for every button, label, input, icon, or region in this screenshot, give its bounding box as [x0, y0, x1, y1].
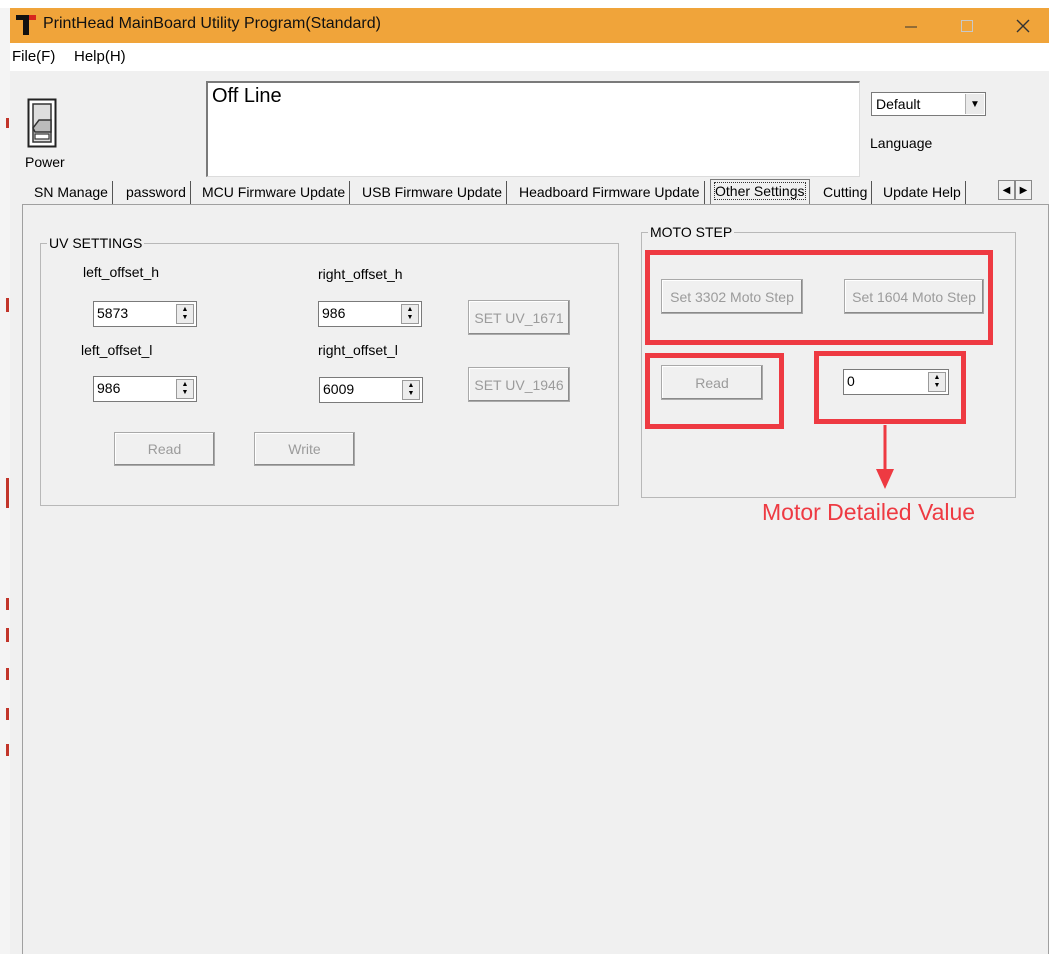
close-button[interactable]	[995, 8, 1049, 43]
tab-headboard-firmware-update[interactable]: Headboard Firmware Update	[515, 181, 705, 205]
menu-bar: File(F) Help(H)	[10, 43, 1049, 71]
right-offset-h-label: right_offset_h	[318, 266, 403, 282]
chevron-down-icon[interactable]: ▼	[965, 94, 984, 114]
highlight-read	[645, 353, 784, 429]
tab-scroll-right-icon[interactable]: ▶	[1015, 180, 1032, 200]
arrow-down-icon	[876, 425, 894, 489]
tab-cutting[interactable]: Cutting	[819, 181, 873, 205]
left-offset-l-value: 986	[97, 380, 121, 396]
app-window: PrintHead MainBoard Utility Program(Stan…	[10, 8, 1049, 954]
uv-settings-title: UV SETTINGS	[47, 235, 145, 251]
status-display: Off Line	[206, 81, 860, 177]
language-select[interactable]: Default ▼	[871, 92, 986, 116]
language-label: Language	[870, 135, 933, 151]
background-strip	[0, 8, 10, 954]
power-switch-icon[interactable]	[27, 98, 57, 148]
status-text: Off Line	[212, 85, 282, 107]
spinner-icon[interactable]: ▲ ▼	[176, 304, 194, 324]
left-offset-l-label: left_offset_l	[81, 342, 153, 358]
tab-update-help[interactable]: Update Help	[879, 181, 966, 205]
power-label: Power	[25, 154, 65, 170]
highlight-value	[814, 351, 966, 424]
uv-read-button[interactable]: Read	[114, 432, 215, 466]
left-offset-h-input[interactable]: 5873 ▲ ▼	[93, 301, 197, 327]
spinner-icon[interactable]: ▲ ▼	[402, 380, 420, 400]
app-logo-icon	[16, 15, 36, 35]
spinner-icon[interactable]: ▲ ▼	[401, 304, 419, 324]
minimize-icon	[905, 26, 917, 27]
left-offset-h-value: 5873	[97, 305, 129, 321]
title-bar[interactable]: PrintHead MainBoard Utility Program(Stan…	[10, 8, 1049, 43]
tab-password[interactable]: password	[122, 181, 191, 205]
tab-other-settings-label: Other Settings	[714, 182, 806, 200]
language-value: Default	[876, 96, 921, 112]
tab-strip: SN Manage password MCU Firmware Update U…	[26, 179, 1026, 205]
minimize-button[interactable]	[883, 8, 939, 43]
right-offset-l-value: 6009	[323, 381, 355, 397]
maximize-icon	[961, 19, 973, 32]
right-offset-l-input[interactable]: 6009 ▲ ▼	[319, 377, 423, 403]
maximize-button[interactable]	[939, 8, 995, 43]
other-settings-panel: UV SETTINGS left_offset_h 5873 ▲ ▼ right_…	[22, 204, 1049, 954]
tab-sn-manage[interactable]: SN Manage	[30, 181, 113, 205]
left-offset-l-input[interactable]: 986 ▲ ▼	[93, 376, 197, 402]
highlight-set-moto-step	[645, 250, 993, 345]
set-uv-1946-button[interactable]: SET UV_1946	[468, 367, 570, 402]
window-title: PrintHead MainBoard Utility Program(Stan…	[43, 15, 381, 32]
menu-help[interactable]: Help(H)	[74, 48, 126, 65]
right-offset-l-label: right_offset_l	[318, 342, 398, 358]
tab-usb-firmware-update[interactable]: USB Firmware Update	[358, 181, 508, 205]
tab-mcu-firmware-update[interactable]: MCU Firmware Update	[198, 181, 351, 205]
moto-step-title: MOTO STEP	[648, 224, 735, 240]
right-offset-h-input[interactable]: 986 ▲ ▼	[318, 301, 422, 327]
set-uv-1671-button[interactable]: SET UV_1671	[468, 300, 570, 335]
uv-write-button[interactable]: Write	[254, 432, 355, 466]
menu-file[interactable]: File(F)	[12, 48, 55, 65]
right-offset-h-value: 986	[322, 305, 346, 321]
close-icon	[1016, 19, 1030, 32]
left-offset-h-label: left_offset_h	[83, 264, 160, 280]
annotation-motor-detailed-value: Motor Detailed Value	[762, 499, 976, 525]
tab-other-settings[interactable]: Other Settings	[710, 179, 810, 205]
tab-scroll-left-icon[interactable]: ◀	[998, 180, 1015, 200]
spinner-icon[interactable]: ▲ ▼	[176, 379, 194, 399]
